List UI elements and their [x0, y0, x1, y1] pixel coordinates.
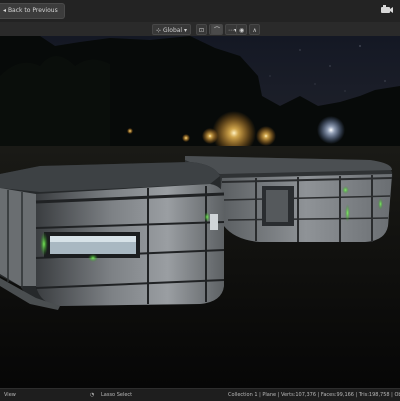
scene-statistics: Collection 1 | Plane | Verts:107,376 | F… [228, 392, 400, 398]
left-pod [0, 162, 225, 310]
back-button-label: Back to Previous [7, 7, 58, 14]
status-left-label: View [4, 392, 16, 398]
render-scene [0, 36, 400, 388]
pivot-point-icon[interactable]: ⊡ [196, 23, 208, 35]
transform-orientation-dropdown[interactable]: ⊹ Global ▾ [152, 23, 192, 35]
transform-orientation-label: Global [162, 26, 183, 34]
viewport-header-toolbar: ⊹ Global ▾ ⊡ ▾ ⌒ ⋯▾ ◉ ∧ [0, 22, 400, 36]
lasso-select-label: Lasso Select [101, 392, 133, 398]
status-bar: View ◔ Lasso Select Collection 1 | Plane… [0, 388, 400, 401]
snap-magnet-icon[interactable]: ⌒ [211, 23, 224, 35]
arrow-left-icon: ◂ [3, 7, 7, 14]
back-to-previous-button[interactable]: ◂ Back to Previous [0, 3, 65, 19]
mouse-icon: ◔ [90, 392, 95, 398]
3d-viewport[interactable] [0, 36, 400, 388]
header-bar: ◂ Back to Previous [0, 0, 400, 23]
falloff-icon[interactable]: ∧ [249, 23, 261, 35]
proportional-edit-icon[interactable]: ◉ [236, 23, 248, 35]
chevron-down-icon: ▾ [184, 26, 188, 34]
camera-icon[interactable] [380, 4, 394, 17]
orientation-icon: ⊹ [156, 26, 162, 34]
